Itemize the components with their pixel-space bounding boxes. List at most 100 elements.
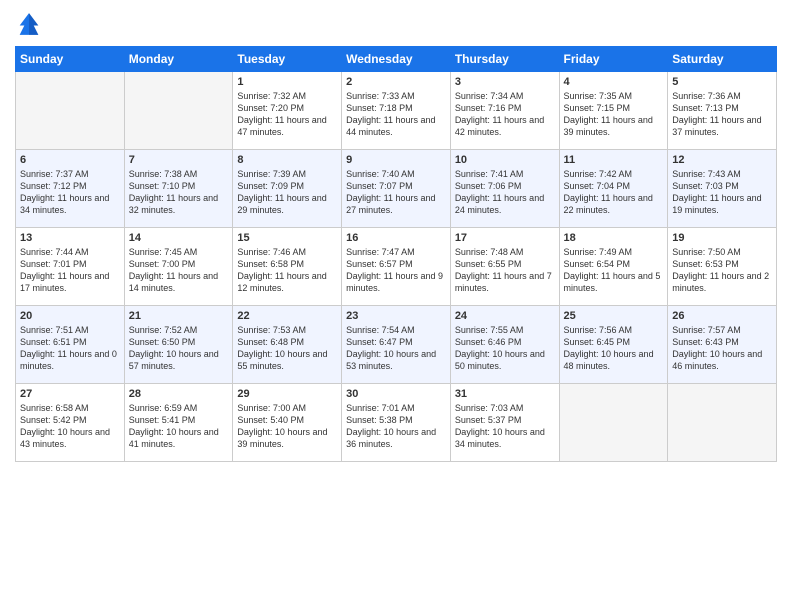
day-number: 6	[20, 154, 120, 166]
header	[15, 10, 777, 38]
day-info: Sunrise: 7:42 AM Sunset: 7:04 PM Dayligh…	[564, 168, 664, 217]
day-info: Sunrise: 7:52 AM Sunset: 6:50 PM Dayligh…	[129, 324, 229, 373]
calendar-cell: 24 Sunrise: 7:55 AM Sunset: 6:46 PM Dayli…	[450, 306, 559, 384]
day-info: Sunrise: 7:43 AM Sunset: 7:03 PM Dayligh…	[672, 168, 772, 217]
calendar-table: SundayMondayTuesdayWednesdayThursdayFrid…	[15, 46, 777, 462]
calendar-cell: 6Sunrise: 7:37 AM Sunset: 7:12 PM Daylig…	[16, 150, 125, 228]
calendar-cell: 28Sunrise: 6:59 AM Sunset: 5:41 PM Dayli…	[124, 384, 233, 462]
calendar-cell	[16, 72, 125, 150]
calendar-cell	[124, 72, 233, 150]
calendar-cell: 8 Sunrise: 7:39 AM Sunset: 7:09 PM Daylig…	[233, 150, 342, 228]
day-number: 2	[346, 76, 446, 88]
calendar-week-row: 1 Sunrise: 7:32 AM Sunset: 7:20 PM Daylig…	[16, 72, 777, 150]
calendar-week-row: 6Sunrise: 7:37 AM Sunset: 7:12 PM Daylig…	[16, 150, 777, 228]
calendar-cell: 26 Sunrise: 7:57 AM Sunset: 6:43 PM Dayli…	[668, 306, 777, 384]
day-number: 21	[129, 310, 229, 322]
day-info: Sunrise: 7:53 AM Sunset: 6:48 PM Dayligh…	[237, 324, 337, 373]
day-info: Sunrise: 7:01 AM Sunset: 5:38 PM Dayligh…	[346, 402, 446, 451]
calendar-cell: 9Sunrise: 7:40 AM Sunset: 7:07 PM Daylig…	[342, 150, 451, 228]
calendar-cell: 25 Sunrise: 7:56 AM Sunset: 6:45 PM Dayli…	[559, 306, 668, 384]
logo	[15, 10, 47, 38]
day-number: 22	[237, 310, 337, 322]
page: SundayMondayTuesdayWednesdayThursdayFrid…	[0, 0, 792, 612]
calendar-week-row: 27 Sunrise: 6:58 AM Sunset: 5:42 PM Dayli…	[16, 384, 777, 462]
day-info: Sunrise: 7:56 AM Sunset: 6:45 PM Dayligh…	[564, 324, 664, 373]
day-info: Sunrise: 7:33 AM Sunset: 7:18 PM Dayligh…	[346, 90, 446, 139]
calendar-cell: 22 Sunrise: 7:53 AM Sunset: 6:48 PM Dayli…	[233, 306, 342, 384]
day-info: Sunrise: 7:44 AM Sunset: 7:01 PM Dayligh…	[20, 246, 120, 295]
calendar-cell: 7 Sunrise: 7:38 AM Sunset: 7:10 PM Daylig…	[124, 150, 233, 228]
day-info: Sunrise: 6:58 AM Sunset: 5:42 PM Dayligh…	[20, 402, 120, 451]
day-info: Sunrise: 7:55 AM Sunset: 6:46 PM Dayligh…	[455, 324, 555, 373]
calendar-cell: 1 Sunrise: 7:32 AM Sunset: 7:20 PM Daylig…	[233, 72, 342, 150]
calendar-cell: 16 Sunrise: 7:47 AM Sunset: 6:57 PM Dayli…	[342, 228, 451, 306]
day-info: Sunrise: 7:54 AM Sunset: 6:47 PM Dayligh…	[346, 324, 446, 373]
day-info: Sunrise: 7:49 AM Sunset: 6:54 PM Dayligh…	[564, 246, 664, 295]
day-info: Sunrise: 7:50 AM Sunset: 6:53 PM Dayligh…	[672, 246, 772, 295]
day-info: Sunrise: 7:47 AM Sunset: 6:57 PM Dayligh…	[346, 246, 446, 295]
weekday-header-tuesday: Tuesday	[233, 47, 342, 72]
day-info: Sunrise: 7:32 AM Sunset: 7:20 PM Dayligh…	[237, 90, 337, 139]
day-number: 3	[455, 76, 555, 88]
day-number: 24	[455, 310, 555, 322]
day-number: 19	[672, 232, 772, 244]
day-info: Sunrise: 7:48 AM Sunset: 6:55 PM Dayligh…	[455, 246, 555, 295]
day-info: Sunrise: 7:39 AM Sunset: 7:09 PM Dayligh…	[237, 168, 337, 217]
calendar-cell: 21 Sunrise: 7:52 AM Sunset: 6:50 PM Dayli…	[124, 306, 233, 384]
day-number: 29	[237, 388, 337, 400]
day-number: 28	[129, 388, 229, 400]
calendar-cell: 14Sunrise: 7:45 AM Sunset: 7:00 PM Dayli…	[124, 228, 233, 306]
day-number: 5	[672, 76, 772, 88]
calendar-cell: 4Sunrise: 7:35 AM Sunset: 7:15 PM Daylig…	[559, 72, 668, 150]
day-number: 1	[237, 76, 337, 88]
calendar-cell: 23Sunrise: 7:54 AM Sunset: 6:47 PM Dayli…	[342, 306, 451, 384]
day-number: 16	[346, 232, 446, 244]
day-number: 30	[346, 388, 446, 400]
day-info: Sunrise: 7:57 AM Sunset: 6:43 PM Dayligh…	[672, 324, 772, 373]
day-number: 27	[20, 388, 120, 400]
day-number: 18	[564, 232, 664, 244]
day-info: Sunrise: 7:34 AM Sunset: 7:16 PM Dayligh…	[455, 90, 555, 139]
day-info: Sunrise: 7:03 AM Sunset: 5:37 PM Dayligh…	[455, 402, 555, 451]
calendar-cell: 12 Sunrise: 7:43 AM Sunset: 7:03 PM Dayli…	[668, 150, 777, 228]
day-number: 25	[564, 310, 664, 322]
day-number: 12	[672, 154, 772, 166]
calendar-week-row: 20Sunrise: 7:51 AM Sunset: 6:51 PM Dayli…	[16, 306, 777, 384]
day-number: 10	[455, 154, 555, 166]
day-number: 13	[20, 232, 120, 244]
weekday-header-wednesday: Wednesday	[342, 47, 451, 72]
day-info: Sunrise: 7:36 AM Sunset: 7:13 PM Dayligh…	[672, 90, 772, 139]
calendar-cell: 11Sunrise: 7:42 AM Sunset: 7:04 PM Dayli…	[559, 150, 668, 228]
day-number: 26	[672, 310, 772, 322]
day-info: Sunrise: 7:40 AM Sunset: 7:07 PM Dayligh…	[346, 168, 446, 217]
day-info: Sunrise: 7:51 AM Sunset: 6:51 PM Dayligh…	[20, 324, 120, 373]
calendar-cell: 19 Sunrise: 7:50 AM Sunset: 6:53 PM Dayli…	[668, 228, 777, 306]
day-info: Sunrise: 7:38 AM Sunset: 7:10 PM Dayligh…	[129, 168, 229, 217]
day-number: 17	[455, 232, 555, 244]
day-number: 8	[237, 154, 337, 166]
calendar-cell	[559, 384, 668, 462]
day-number: 7	[129, 154, 229, 166]
calendar-cell: 17 Sunrise: 7:48 AM Sunset: 6:55 PM Dayli…	[450, 228, 559, 306]
calendar-cell: 3 Sunrise: 7:34 AM Sunset: 7:16 PM Daylig…	[450, 72, 559, 150]
day-info: Sunrise: 7:45 AM Sunset: 7:00 PM Dayligh…	[129, 246, 229, 295]
weekday-header-friday: Friday	[559, 47, 668, 72]
calendar-week-row: 13 Sunrise: 7:44 AM Sunset: 7:01 PM Dayli…	[16, 228, 777, 306]
logo-icon	[15, 10, 43, 38]
calendar-cell: 18 Sunrise: 7:49 AM Sunset: 6:54 PM Dayli…	[559, 228, 668, 306]
calendar-cell: 5 Sunrise: 7:36 AM Sunset: 7:13 PM Daylig…	[668, 72, 777, 150]
calendar-cell	[668, 384, 777, 462]
calendar-cell: 31 Sunrise: 7:03 AM Sunset: 5:37 PM Dayli…	[450, 384, 559, 462]
day-number: 31	[455, 388, 555, 400]
weekday-header-thursday: Thursday	[450, 47, 559, 72]
weekday-header-monday: Monday	[124, 47, 233, 72]
calendar-cell: 29 Sunrise: 7:00 AM Sunset: 5:40 PM Dayli…	[233, 384, 342, 462]
weekday-header-sunday: Sunday	[16, 47, 125, 72]
day-info: Sunrise: 7:00 AM Sunset: 5:40 PM Dayligh…	[237, 402, 337, 451]
day-info: Sunrise: 7:41 AM Sunset: 7:06 PM Dayligh…	[455, 168, 555, 217]
calendar-cell: 13 Sunrise: 7:44 AM Sunset: 7:01 PM Dayli…	[16, 228, 125, 306]
calendar-cell: 20Sunrise: 7:51 AM Sunset: 6:51 PM Dayli…	[16, 306, 125, 384]
day-number: 15	[237, 232, 337, 244]
weekday-header-row: SundayMondayTuesdayWednesdayThursdayFrid…	[16, 47, 777, 72]
weekday-header-saturday: Saturday	[668, 47, 777, 72]
